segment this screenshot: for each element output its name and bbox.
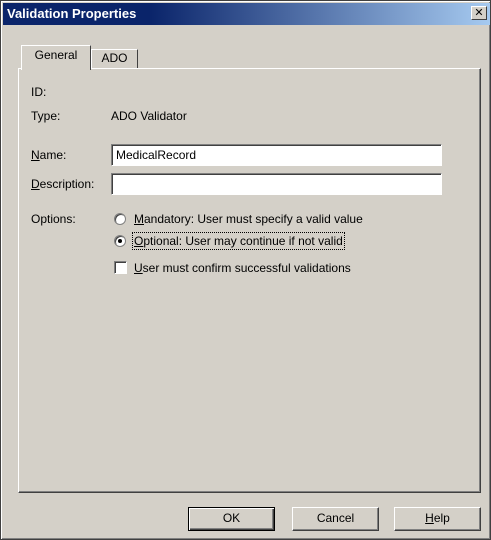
close-icon: ✕ [474, 7, 484, 19]
radio-selected-dot [118, 239, 122, 243]
general-tab-panel: ID: Type: ADO Validator Name: Descriptio… [18, 68, 481, 493]
mandatory-option-label[interactable]: Mandatory: User must specify a valid val… [134, 212, 363, 226]
cancel-button-label: Cancel [316, 511, 355, 525]
close-button[interactable]: ✕ [471, 6, 487, 20]
cancel-button[interactable]: Cancel [292, 507, 379, 531]
description-input[interactable] [111, 173, 442, 195]
options-label: Options: [31, 212, 76, 226]
name-label: Name: [31, 148, 67, 162]
tab-general-label: General [34, 48, 78, 62]
type-value: ADO Validator [111, 109, 187, 123]
optional-radio[interactable] [114, 235, 126, 247]
type-label: Type: [31, 109, 61, 123]
help-button-label: Help [425, 511, 450, 525]
name-input[interactable] [111, 144, 442, 166]
description-label: Description: [31, 177, 95, 191]
id-label: ID: [31, 85, 47, 99]
mandatory-radio[interactable] [114, 213, 126, 225]
confirm-validations-checkbox[interactable] [114, 261, 127, 274]
tab-ado[interactable]: ADO [91, 49, 138, 68]
validation-properties-dialog: Validation Properties ✕ General ADO ID: … [0, 0, 491, 540]
dialog-title: Validation Properties [7, 6, 137, 21]
optional-option-label[interactable]: Optional: User may continue if not valid [132, 232, 345, 250]
tab-general[interactable]: General [21, 45, 91, 70]
confirm-validations-label[interactable]: User must confirm successful validations [134, 261, 351, 275]
ok-button-label: OK [222, 511, 241, 525]
title-bar[interactable]: Validation Properties ✕ [3, 3, 490, 25]
ok-button[interactable]: OK [188, 507, 275, 531]
tab-ado-label: ADO [101, 51, 128, 65]
help-button[interactable]: Help [394, 507, 481, 531]
